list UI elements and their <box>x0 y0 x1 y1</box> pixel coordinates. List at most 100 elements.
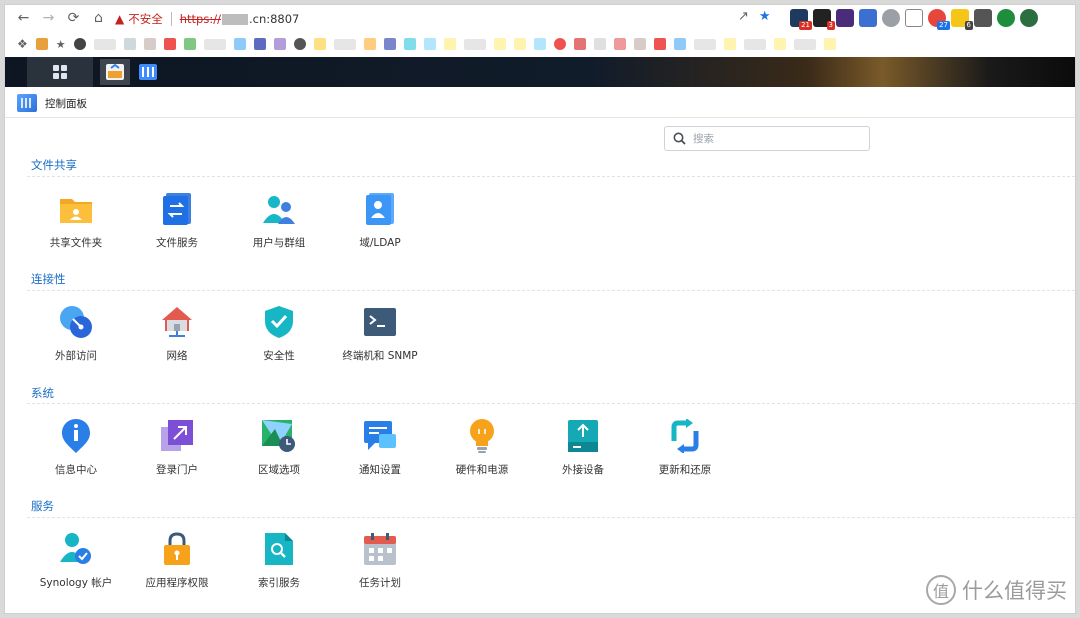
tile-label: 区域选项 <box>258 464 300 476</box>
taskbar-app-package-center[interactable] <box>100 59 130 85</box>
bookmark-icon[interactable] <box>313 38 326 50</box>
bookmark-item[interactable] <box>203 38 226 50</box>
tile-hardware-power[interactable]: 硬件和电源 <box>434 418 530 498</box>
taskbar-app-control-panel[interactable] <box>133 59 163 85</box>
bookmark-icon[interactable] <box>423 38 436 50</box>
bookmark-icon[interactable] <box>183 38 196 50</box>
external-access-icon <box>58 304 94 340</box>
tile-notification[interactable]: 通知设置 <box>332 418 428 498</box>
tile-label: 文件服务 <box>156 237 198 249</box>
extension-icon[interactable]: 6 <box>951 9 973 30</box>
tile-external-access[interactable]: 外部访问 <box>28 304 124 384</box>
back-button[interactable]: ← <box>11 7 36 29</box>
tile-file-services[interactable]: 文件服务 <box>129 191 225 271</box>
bookmark-icon[interactable] <box>403 38 416 50</box>
home-icon[interactable]: ⌂ <box>86 7 111 29</box>
address-bar[interactable]: ▲ 不安全 https:// .cn:8807 <box>115 8 795 30</box>
bookmark-item[interactable] <box>693 38 716 50</box>
tile-label: 索引服务 <box>258 577 300 589</box>
extension-icon[interactable]: 21 <box>790 9 812 30</box>
bookmark-icon[interactable] <box>253 38 266 50</box>
bookmark-icon[interactable] <box>673 38 686 50</box>
bookmark-item[interactable] <box>463 38 486 50</box>
app-privileges-icon <box>159 531 195 567</box>
bookmark-icon[interactable] <box>443 38 456 50</box>
bookmark-icon[interactable] <box>633 38 646 50</box>
search-box[interactable] <box>664 126 870 151</box>
tile-security[interactable]: 安全性 <box>231 304 327 384</box>
bookmark-icon[interactable] <box>533 38 546 50</box>
bookmark-icon[interactable] <box>653 38 666 50</box>
tile-domain-ldap[interactable]: 域/LDAP <box>332 191 428 271</box>
bookmark-icon[interactable] <box>723 38 736 50</box>
bookmark-icon[interactable] <box>293 38 306 50</box>
bookmark-item[interactable] <box>333 38 356 50</box>
share-icon[interactable]: ↗ <box>738 9 749 24</box>
bookmark-icon[interactable] <box>613 38 626 50</box>
bookmark-item[interactable] <box>793 38 816 50</box>
search-input[interactable] <box>693 132 853 145</box>
tile-user-group[interactable]: 用户与群组 <box>231 191 327 271</box>
bookmark-icon[interactable] <box>163 38 176 50</box>
bookmark-item[interactable] <box>743 38 766 50</box>
bookmark-icon[interactable] <box>773 38 786 50</box>
extension-icon[interactable] <box>974 9 992 27</box>
bookmark-icon[interactable] <box>363 38 376 50</box>
tile-network[interactable]: 网络 <box>129 304 225 384</box>
tile-update-restore[interactable]: 更新和还原 <box>637 418 733 498</box>
extension-icon[interactable] <box>882 9 900 27</box>
extension-icon[interactable]: 27 <box>928 9 950 30</box>
indexing-service-icon <box>261 531 297 567</box>
bookmark-star-icon[interactable]: ★ <box>759 9 771 24</box>
forward-button[interactable]: → <box>36 7 61 29</box>
extension-icon[interactable] <box>905 9 923 27</box>
dsm-taskbar <box>5 57 1075 87</box>
extension-icon[interactable] <box>997 9 1015 27</box>
notification-icon <box>362 418 398 454</box>
extension-icon[interactable]: 3 <box>813 9 835 30</box>
bookmark-icon[interactable] <box>233 38 246 50</box>
update-restore-icon <box>667 418 703 454</box>
bookmark-icon[interactable] <box>823 38 836 50</box>
bookmark-icon[interactable] <box>383 38 396 50</box>
tile-indexing-service[interactable]: 索引服务 <box>231 531 327 611</box>
tile-task-scheduler[interactable]: 任务计划 <box>332 531 428 611</box>
bookmark-item[interactable] <box>93 38 116 50</box>
bookmark-icon[interactable] <box>123 38 136 50</box>
tile-info-center[interactable]: 信息中心 <box>28 418 124 498</box>
watermark: 值 什么值得买 <box>926 575 1067 605</box>
section-title-connectivity: 连接性 <box>31 272 66 286</box>
bookmark-icon[interactable] <box>273 38 286 50</box>
puzzle-icon[interactable]: ❖ <box>17 37 28 51</box>
bookmark-icon[interactable] <box>35 38 48 50</box>
tile-label: 硬件和电源 <box>455 464 509 476</box>
bookmark-icon[interactable] <box>513 38 526 50</box>
user-group-icon <box>261 191 297 227</box>
tile-shared-folder[interactable]: 共享文件夹 <box>28 191 124 271</box>
tile-label: 安全性 <box>263 350 295 362</box>
tile-login-portal[interactable]: 登录门户 <box>129 418 225 498</box>
tile-label: 任务计划 <box>359 577 401 589</box>
bookmark-icon[interactable] <box>593 38 606 50</box>
tile-label: 网络 <box>166 350 188 362</box>
bookmark-icon[interactable] <box>143 38 156 50</box>
tile-label: 通知设置 <box>359 464 401 476</box>
extension-icon[interactable] <box>1020 9 1038 27</box>
star-icon[interactable]: ★ <box>56 38 66 51</box>
main-menu-button[interactable] <box>27 57 93 87</box>
insecure-label: 不安全 <box>128 12 163 26</box>
bookmark-icon[interactable] <box>573 38 586 50</box>
external-devices-icon <box>565 418 601 454</box>
tile-app-privileges[interactable]: 应用程序权限 <box>129 531 225 611</box>
bookmark-icon[interactable] <box>73 38 86 50</box>
section-title-services: 服务 <box>31 499 54 513</box>
reload-button[interactable]: ⟳ <box>61 7 86 29</box>
tile-synology-account[interactable]: Synology 帐户 <box>28 531 124 611</box>
bookmark-icon[interactable] <box>553 38 566 50</box>
tile-regional-options[interactable]: 区域选项 <box>231 418 327 498</box>
bookmark-icon[interactable] <box>493 38 506 50</box>
extension-icon[interactable] <box>836 9 854 27</box>
extension-icon[interactable] <box>859 9 877 27</box>
tile-terminal-snmp[interactable]: 终端机和 SNMP <box>332 304 428 384</box>
tile-external-devices[interactable]: 外接设备 <box>535 418 631 498</box>
